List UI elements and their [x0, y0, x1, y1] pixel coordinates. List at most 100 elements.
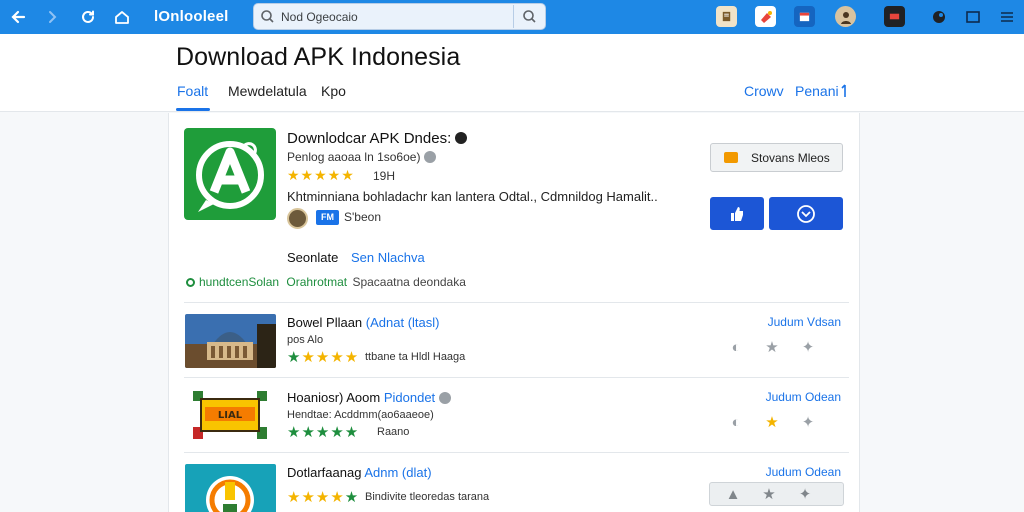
active-tab-indicator: [176, 108, 210, 111]
item-title-text: Dotlarfaanag: [287, 465, 362, 480]
thumbs-up-icon: [731, 206, 743, 221]
download-icon: [797, 204, 815, 223]
item-link[interactable]: Judum Odean: [766, 390, 841, 404]
star-icon[interactable]: ★: [763, 338, 781, 356]
info-icon[interactable]: [424, 151, 437, 163]
item-meta: Raano: [377, 426, 410, 438]
app-card: Downlodcar APK Dndes: Penlog aaoaa ln 1s…: [168, 113, 860, 512]
home-icon: [115, 11, 129, 24]
list-item[interactable]: Bowel Pllaan (Adnat (ltasl) pos Alo ★★★★…: [169, 304, 859, 378]
tab-foalt[interactable]: Foalt: [177, 83, 208, 99]
android-apk-logo-icon: [196, 141, 264, 212]
avatar-icon: [840, 11, 851, 24]
reload-icon: [82, 10, 94, 23]
extension-document-icon[interactable]: [716, 6, 737, 27]
app-name: Downlodcar APK Dndes:: [287, 130, 468, 147]
download-button[interactable]: [769, 197, 843, 230]
item-meta: ttbane ta Hldl Haaga: [365, 351, 466, 363]
back-button[interactable]: [6, 5, 30, 29]
menu-icon[interactable]: [996, 6, 1017, 27]
item-actions: ◐ ★ ✦: [725, 412, 845, 432]
app-rating-stars: ★★★★★: [287, 167, 355, 183]
extension-dark-icon[interactable]: [928, 6, 949, 27]
item-subtitle: Hendtae: Acddmm(ao6aaeoe): [287, 409, 434, 421]
thumbs-up-icon[interactable]: ▲: [724, 485, 742, 503]
item-actions: ▲ ★ ✦: [709, 482, 844, 506]
section-link[interactable]: Sen Nlachva: [351, 250, 425, 265]
app-meta: Penlog aaoaa ln 1so6oe): [287, 150, 437, 164]
developer-name[interactable]: S'beon: [344, 210, 381, 224]
item-rating-stars: ★★★★★: [287, 424, 360, 441]
divider: [184, 302, 849, 303]
app-name-text: Downlodcar APK Dndes:: [287, 130, 452, 147]
tag-b[interactable]: Orahrotmat: [286, 275, 347, 289]
tag-a[interactable]: hundtcenSolan: [199, 275, 279, 289]
item-title[interactable]: Bowel Pllaan (Adnat (ltasl): [287, 315, 439, 330]
item-title-text: Bowel Pllaan: [287, 315, 363, 330]
item-title[interactable]: Dotlarfaanag Adnm (dlat): [287, 465, 432, 480]
external-link-icon[interactable]: [840, 84, 848, 98]
pin-icon[interactable]: ✦: [796, 485, 814, 503]
reload-button[interactable]: [76, 5, 100, 29]
bookmark-icon: [724, 152, 738, 163]
wishlist-button[interactable]: Stovans Mleos: [710, 143, 843, 172]
extension-media-icon[interactable]: [884, 6, 905, 27]
search-icon: [261, 10, 274, 23]
header-link-crowv[interactable]: Crowv: [744, 83, 784, 99]
app-meta-text: Penlog aaoaa ln 1so6oe): [287, 150, 421, 164]
address-bar[interactable]: Nod Ogeocaio: [253, 3, 546, 30]
page-header: Download APK Indonesia Foalt Mewdelatula…: [0, 34, 1024, 112]
extension-notification-icon[interactable]: [755, 6, 776, 27]
item-title-link[interactable]: Adnm (dlat): [364, 465, 431, 480]
star-icon[interactable]: ★: [763, 413, 781, 431]
list-item[interactable]: Dotlarfaanag Adnm (dlat) ★★★★★ Bindivite…: [169, 454, 859, 512]
chevron-right-icon: [49, 11, 57, 23]
item-rating-stars: ★★★★★: [287, 349, 360, 366]
extension-calendar-icon[interactable]: [794, 6, 815, 27]
share-icon[interactable]: ◐: [727, 338, 745, 356]
item-title-link[interactable]: (Adnat (ltasl): [366, 315, 440, 330]
tag-c[interactable]: Spacaatna deondaka: [352, 275, 465, 289]
browser-toolbar: lOnlooleel Nod Ogeocaio: [0, 0, 1024, 34]
item-meta: Bindivite tleoredas tarana: [365, 491, 490, 503]
item-title-text: Hoaniosr) Aoom: [287, 390, 381, 405]
item-actions: ◐ ★ ✦: [725, 337, 845, 357]
arrow-left-icon: [11, 10, 26, 24]
divider: [184, 452, 849, 453]
app-rating-value: 19H: [373, 169, 396, 183]
tab-mewdelatula[interactable]: Mewdelatula: [228, 83, 307, 99]
tab-kpo[interactable]: Kpo: [321, 83, 346, 99]
forward-button[interactable]: [40, 5, 64, 29]
search-icon: [523, 10, 536, 23]
item-thumbnail: LIAL: [185, 389, 276, 443]
star-icon[interactable]: ★: [760, 485, 778, 503]
wishlist-label: Stovans Mleos: [751, 151, 830, 165]
tag-row: hundtcenSolan Orahrotmat Spacaatna deond…: [186, 275, 466, 289]
share-icon[interactable]: ◐: [727, 413, 745, 431]
header-link-penani[interactable]: Penani: [795, 83, 839, 99]
list-item[interactable]: LIAL Hoaniosr) Aoom Pidondet Hendtae: Ac…: [169, 379, 859, 453]
item-rating-stars: ★★★★★: [287, 489, 360, 506]
developer-badge: FM: [316, 210, 339, 225]
home-button[interactable]: [110, 5, 134, 29]
address-search-button[interactable]: [513, 5, 545, 28]
like-button[interactable]: [710, 197, 764, 230]
item-title[interactable]: Hoaniosr) Aoom Pidondet: [287, 390, 452, 405]
site-title: lOnlooleel: [154, 8, 229, 25]
item-link[interactable]: Judum Vdsan: [768, 315, 841, 329]
info-icon[interactable]: [439, 392, 452, 404]
app-description: Khtminniana bohladachr kan lantera Odtal…: [287, 189, 658, 204]
item-subtitle: pos Alo: [287, 334, 324, 346]
item-title-link[interactable]: Pidondet: [384, 390, 435, 405]
developer-avatar[interactable]: [287, 208, 308, 229]
profile-avatar[interactable]: [835, 6, 856, 27]
item-thumbnail: [185, 314, 276, 368]
app-logo: [184, 128, 276, 220]
page-title: Download APK Indonesia: [176, 43, 461, 71]
verified-icon: [455, 132, 468, 144]
window-restore-icon[interactable]: [962, 6, 983, 27]
pin-icon[interactable]: ✦: [799, 338, 817, 356]
item-link[interactable]: Judum Odean: [766, 465, 841, 479]
pin-icon[interactable]: ✦: [799, 413, 817, 431]
item-thumbnail: [185, 464, 276, 512]
